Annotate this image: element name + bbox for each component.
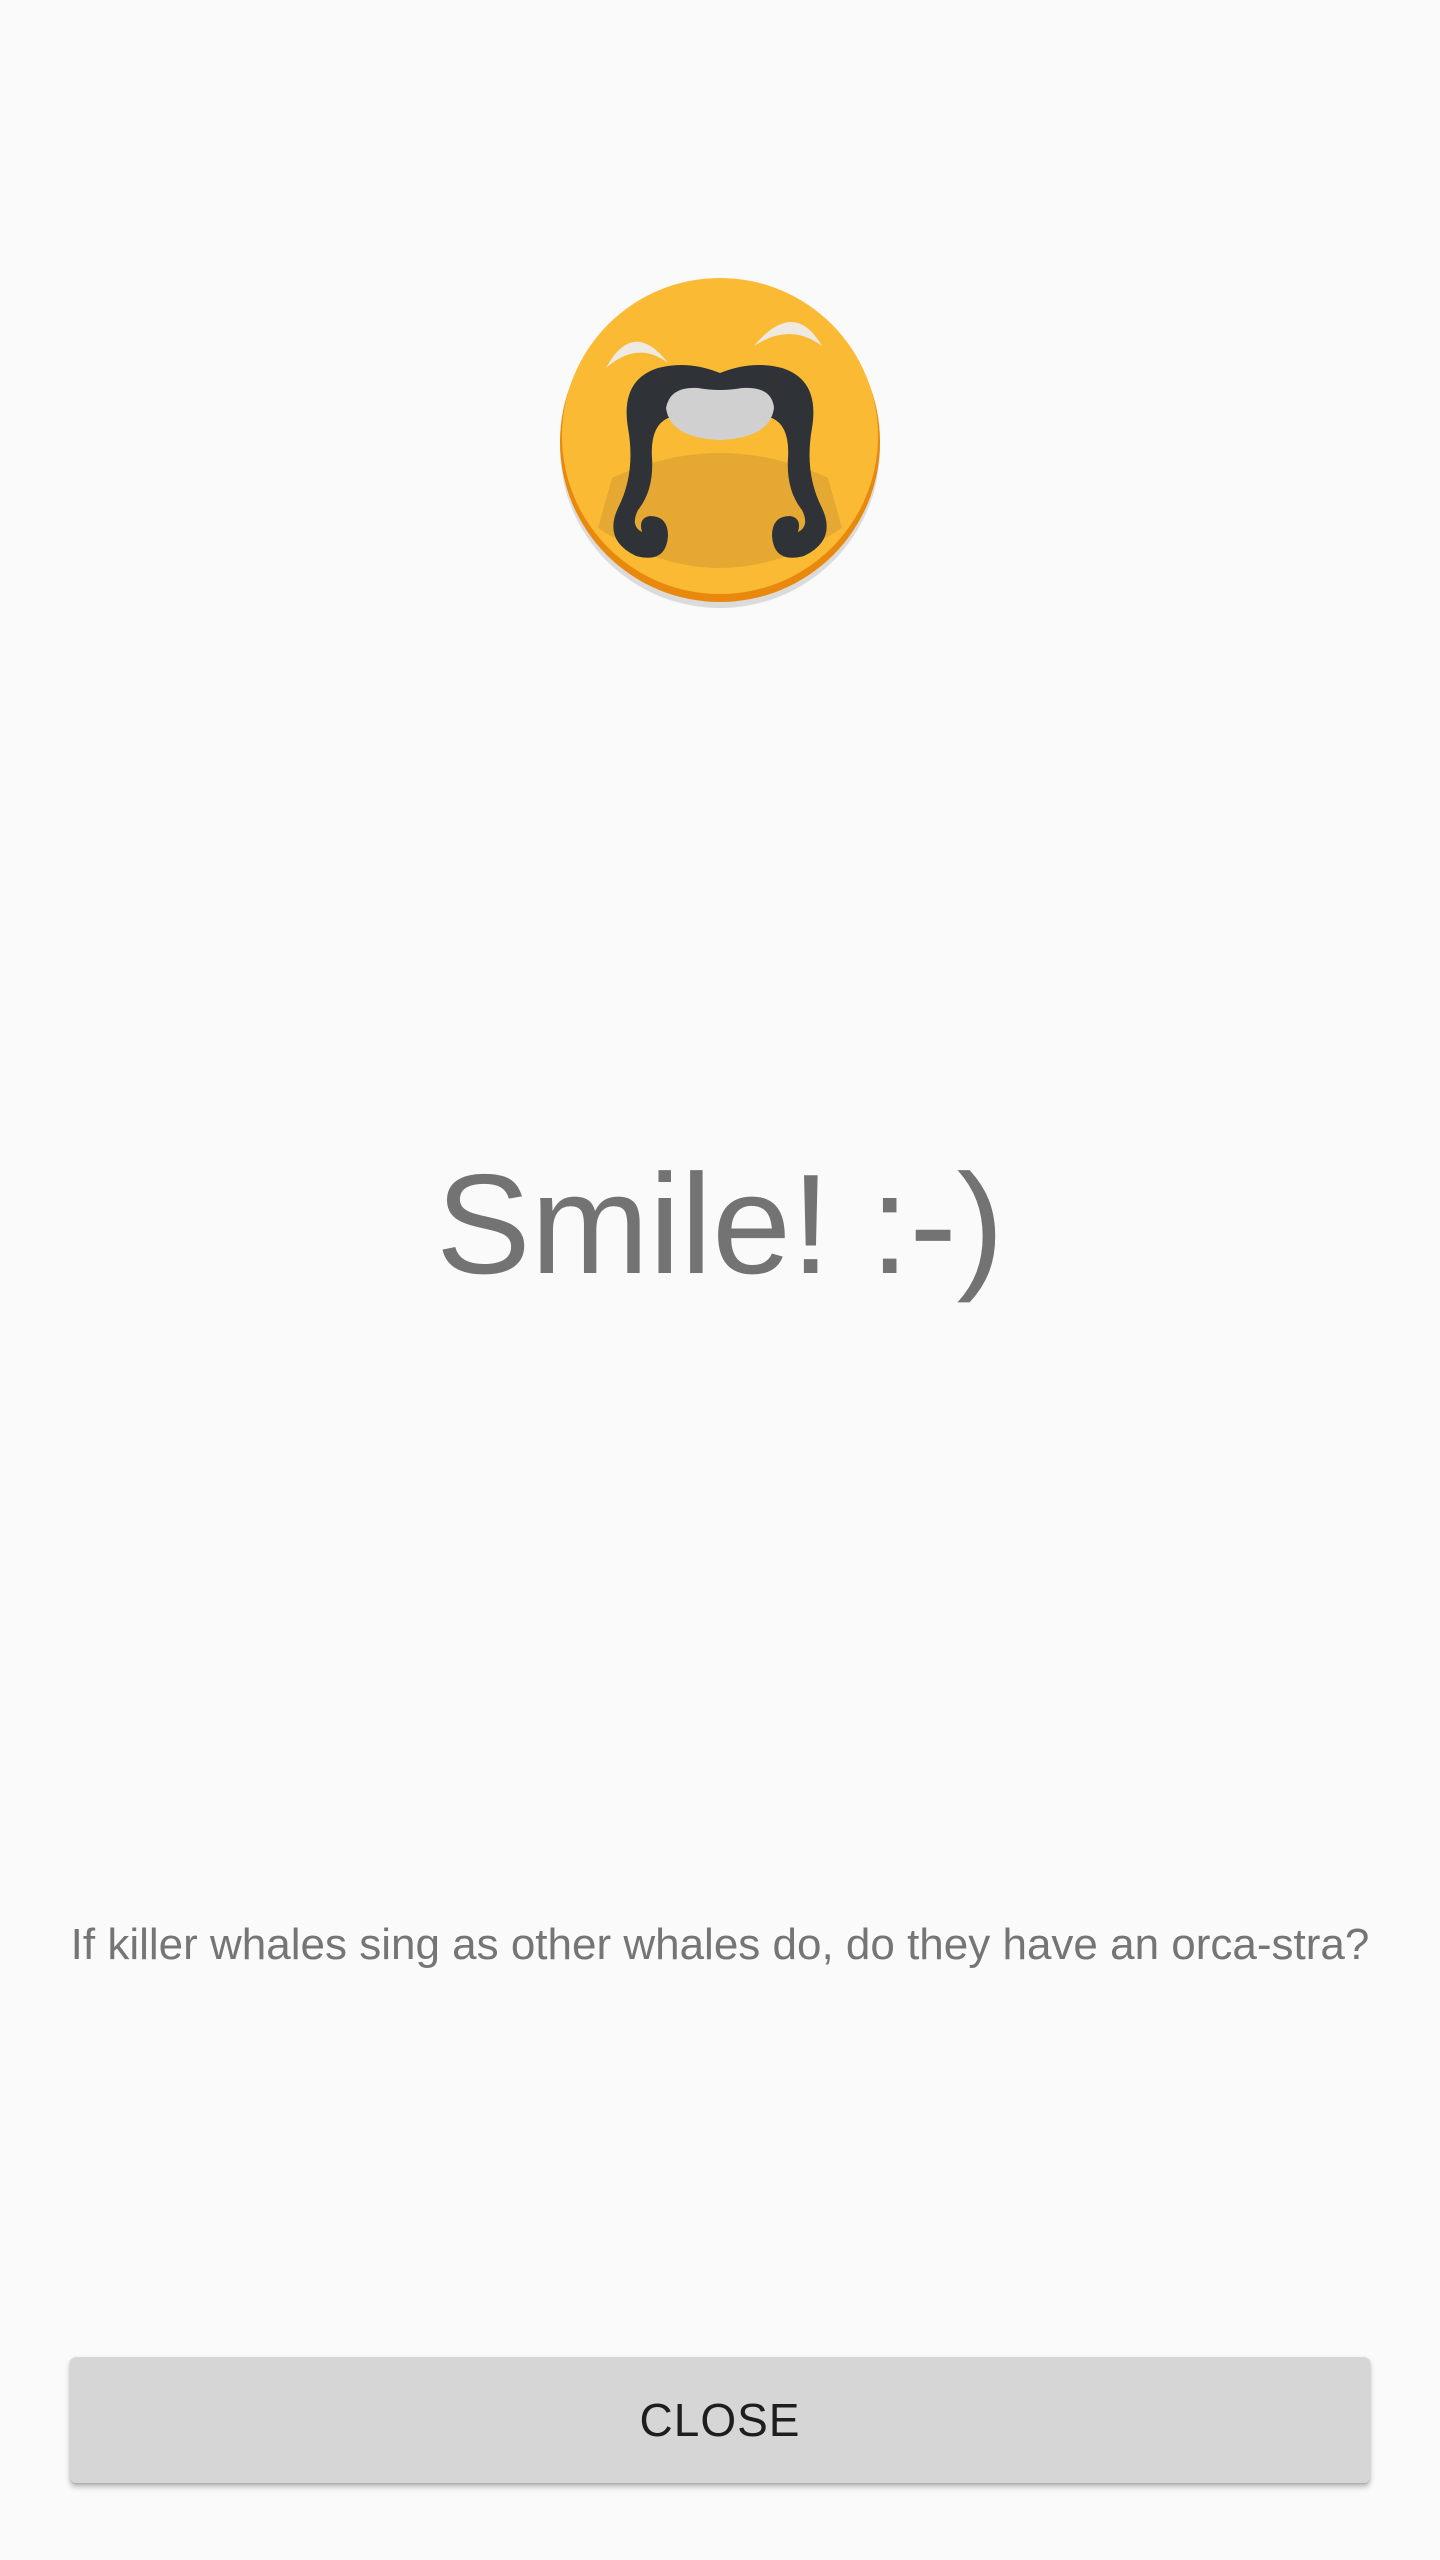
joke-text: If killer whales sing as other whales do… [70, 1920, 1370, 1969]
app-logo-icon [558, 278, 882, 608]
page-title: Smile! :-) [436, 1145, 1004, 1304]
close-button[interactable]: CLOSE [70, 2357, 1370, 2483]
